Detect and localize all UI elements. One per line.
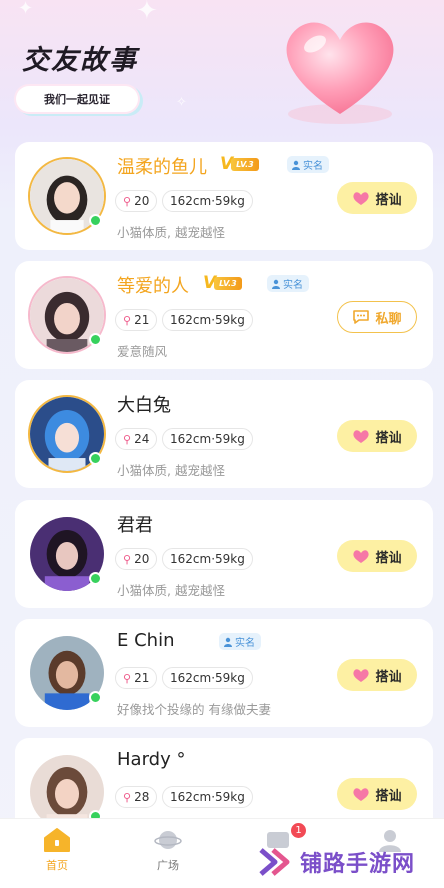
chat-bubble-icon — [353, 310, 370, 324]
watermark-logo-icon — [259, 848, 290, 876]
greet-button[interactable]: 搭讪 — [337, 659, 417, 691]
user-name: E Chin — [117, 630, 175, 651]
user-name: 大白兔 — [117, 395, 171, 416]
vip-badge: V LV.3 — [220, 155, 259, 173]
user-bio: 小猫体质, 越宠越怪 — [117, 225, 225, 240]
location-pin-icon: ⚲ — [123, 313, 132, 327]
planet-icon — [154, 831, 182, 849]
heart-chat-icon — [353, 788, 370, 801]
heart-chat-icon — [353, 550, 370, 563]
vip-badge: V LV.3 — [203, 274, 242, 292]
witness-tag: 我们一起见证 — [16, 86, 138, 112]
verified-badge: 实名 — [287, 156, 329, 173]
body-pill: 162cm·59kg — [162, 786, 253, 808]
age-pill: ⚲ 21 — [115, 309, 158, 331]
greet-button[interactable]: 搭讪 — [337, 540, 417, 572]
tab-label: 广场 — [157, 859, 179, 872]
verified-badge: 实名 — [267, 275, 309, 292]
heart-chat-icon — [353, 430, 370, 443]
user-name: 等爱的人 — [117, 276, 189, 297]
tab-square[interactable]: 广场 — [138, 827, 198, 872]
sparkle-icon: ✦ — [136, 0, 158, 26]
location-pin-icon: ⚲ — [123, 552, 132, 566]
online-indicator — [89, 452, 102, 465]
online-indicator — [89, 691, 102, 704]
location-pin-icon: ⚲ — [123, 194, 132, 208]
greet-button[interactable]: 搭讪 — [337, 182, 417, 214]
person-icon — [272, 279, 280, 289]
age-pill: ⚲ 20 — [115, 548, 158, 570]
person-icon — [224, 637, 232, 647]
verified-badge: 实名 — [219, 633, 261, 650]
greet-button[interactable]: 搭讪 — [337, 420, 417, 452]
sparkle-icon: ✦ — [18, 0, 34, 19]
greet-button[interactable]: 搭讪 — [337, 778, 417, 810]
online-indicator — [89, 214, 102, 227]
body-pill: 162cm·59kg — [162, 309, 253, 331]
tab-label: 首页 — [46, 859, 68, 872]
user-bio: 小猫体质, 越宠越怪 — [117, 583, 225, 598]
sparkle-icon: ✧ — [176, 95, 187, 110]
heart-chat-icon — [353, 669, 370, 682]
location-pin-icon: ⚲ — [123, 790, 132, 804]
user-bio: 小猫体质, 越宠越怪 — [117, 463, 225, 478]
page-header: ✦ ✦ ✧ 交友故事 我们一起见证 — [0, 0, 444, 140]
heart-chat-icon — [353, 192, 370, 205]
home-icon — [44, 828, 70, 852]
unread-badge: 1 — [290, 822, 307, 839]
user-bio: 好像找个投缘的 有缘做夫妻 — [117, 702, 271, 717]
page-title: 交友故事 — [22, 45, 138, 76]
online-indicator — [89, 572, 102, 585]
age-pill: ⚲ 20 — [115, 190, 158, 212]
age-pill: ⚲ 24 — [115, 428, 158, 450]
tab-home[interactable]: 首页 — [27, 827, 87, 872]
body-pill: 162cm·59kg — [162, 667, 253, 689]
user-card[interactable]: 大白兔 ⚲ 24 162cm·59kg 小猫体质, 越宠越怪 搭讪 — [15, 380, 433, 488]
body-pill: 162cm·59kg — [162, 190, 253, 212]
age-pill: ⚲ 28 — [115, 786, 158, 808]
body-pill: 162cm·59kg — [162, 548, 253, 570]
user-name: Hardy ° — [117, 749, 186, 770]
watermark: 铺路手游网 — [258, 842, 415, 882]
chat-button[interactable]: 私聊 — [337, 301, 417, 333]
user-card[interactable]: E Chin 实名 ⚲ 21 162cm·59kg 好像找个投缘的 有缘做夫妻 搭… — [15, 619, 433, 727]
heart-decoration-icon — [270, 2, 410, 132]
user-name: 君君 — [117, 515, 153, 536]
age-pill: ⚲ 21 — [115, 667, 158, 689]
user-card[interactable]: 等爱的人 V LV.3 实名 ⚲ 21 162cm·59kg 爱意随风 私聊 — [15, 261, 433, 369]
user-bio: 爱意随风 — [117, 344, 168, 359]
user-card[interactable]: 君君 ⚲ 20 162cm·59kg 小猫体质, 越宠越怪 搭讪 — [15, 500, 433, 608]
location-pin-icon: ⚲ — [123, 432, 132, 446]
user-name: 温柔的鱼儿 — [117, 157, 207, 178]
watermark-text: 铺路手游网 — [300, 852, 416, 877]
location-pin-icon: ⚲ — [123, 671, 132, 685]
person-icon — [292, 160, 300, 170]
user-card[interactable]: 温柔的鱼儿 V LV.3 实名 ⚲ 20 162cm·59kg 小猫体质, 越宠越怪… — [15, 142, 433, 250]
online-indicator — [89, 333, 102, 346]
body-pill: 162cm·59kg — [162, 428, 253, 450]
